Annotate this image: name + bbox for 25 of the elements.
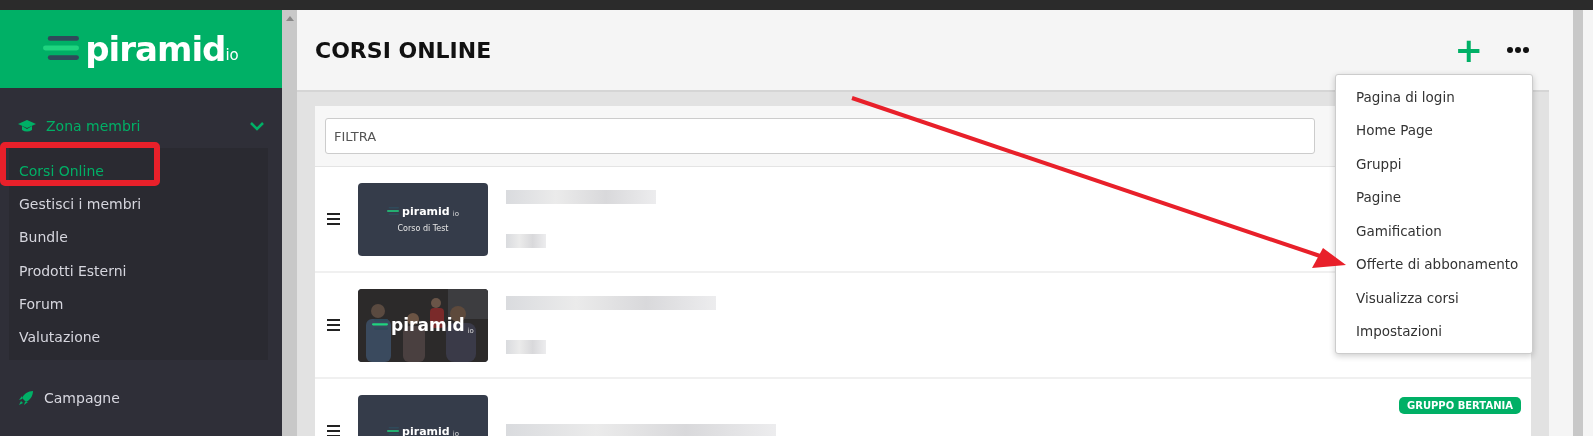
sidebar-section[interactable]: Campagne: [0, 379, 282, 416]
thumbnail-caption: Corso di Test: [397, 224, 449, 233]
menu-item[interactable]: Pagina di login: [1336, 80, 1532, 114]
sidebar-section[interactable]: Zona membri: [0, 108, 282, 144]
sidebar-item[interactable]: Valutazione: [9, 320, 268, 354]
menu-item[interactable]: Gamification: [1336, 214, 1532, 248]
sidebar-item[interactable]: Corsi Online: [9, 154, 268, 188]
filter-field[interactable]: FILTRA: [325, 118, 1315, 154]
menu-item[interactable]: Pagine: [1336, 180, 1532, 214]
menu-item[interactable]: Offerte di abbonamento: [1336, 247, 1532, 281]
group-badge: GRUPPO BERTANIA: [1399, 397, 1521, 414]
menu-item[interactable]: Gruppi: [1336, 147, 1532, 181]
menu-item[interactable]: Home Page: [1336, 113, 1532, 147]
sidebar-item[interactable]: Forum: [9, 287, 268, 321]
menu-item[interactable]: Visualizza corsi: [1336, 281, 1532, 315]
logo-text: piramid: [391, 315, 465, 335]
logo-text: piramid: [402, 424, 450, 436]
logo-suffix: io: [225, 46, 239, 64]
logo-text: piramid: [85, 29, 226, 69]
sidebar-item[interactable]: Gestisci i membri: [9, 187, 268, 221]
page-title: CORSI ONLINE: [315, 37, 493, 63]
sidebar-item[interactable]: Bundle: [9, 220, 268, 254]
sidebar-item[interactable]: Prodotti Esterni: [9, 253, 268, 288]
logo-text: piramid: [402, 205, 450, 218]
menu-item[interactable]: Impostazioni: [1336, 314, 1532, 348]
